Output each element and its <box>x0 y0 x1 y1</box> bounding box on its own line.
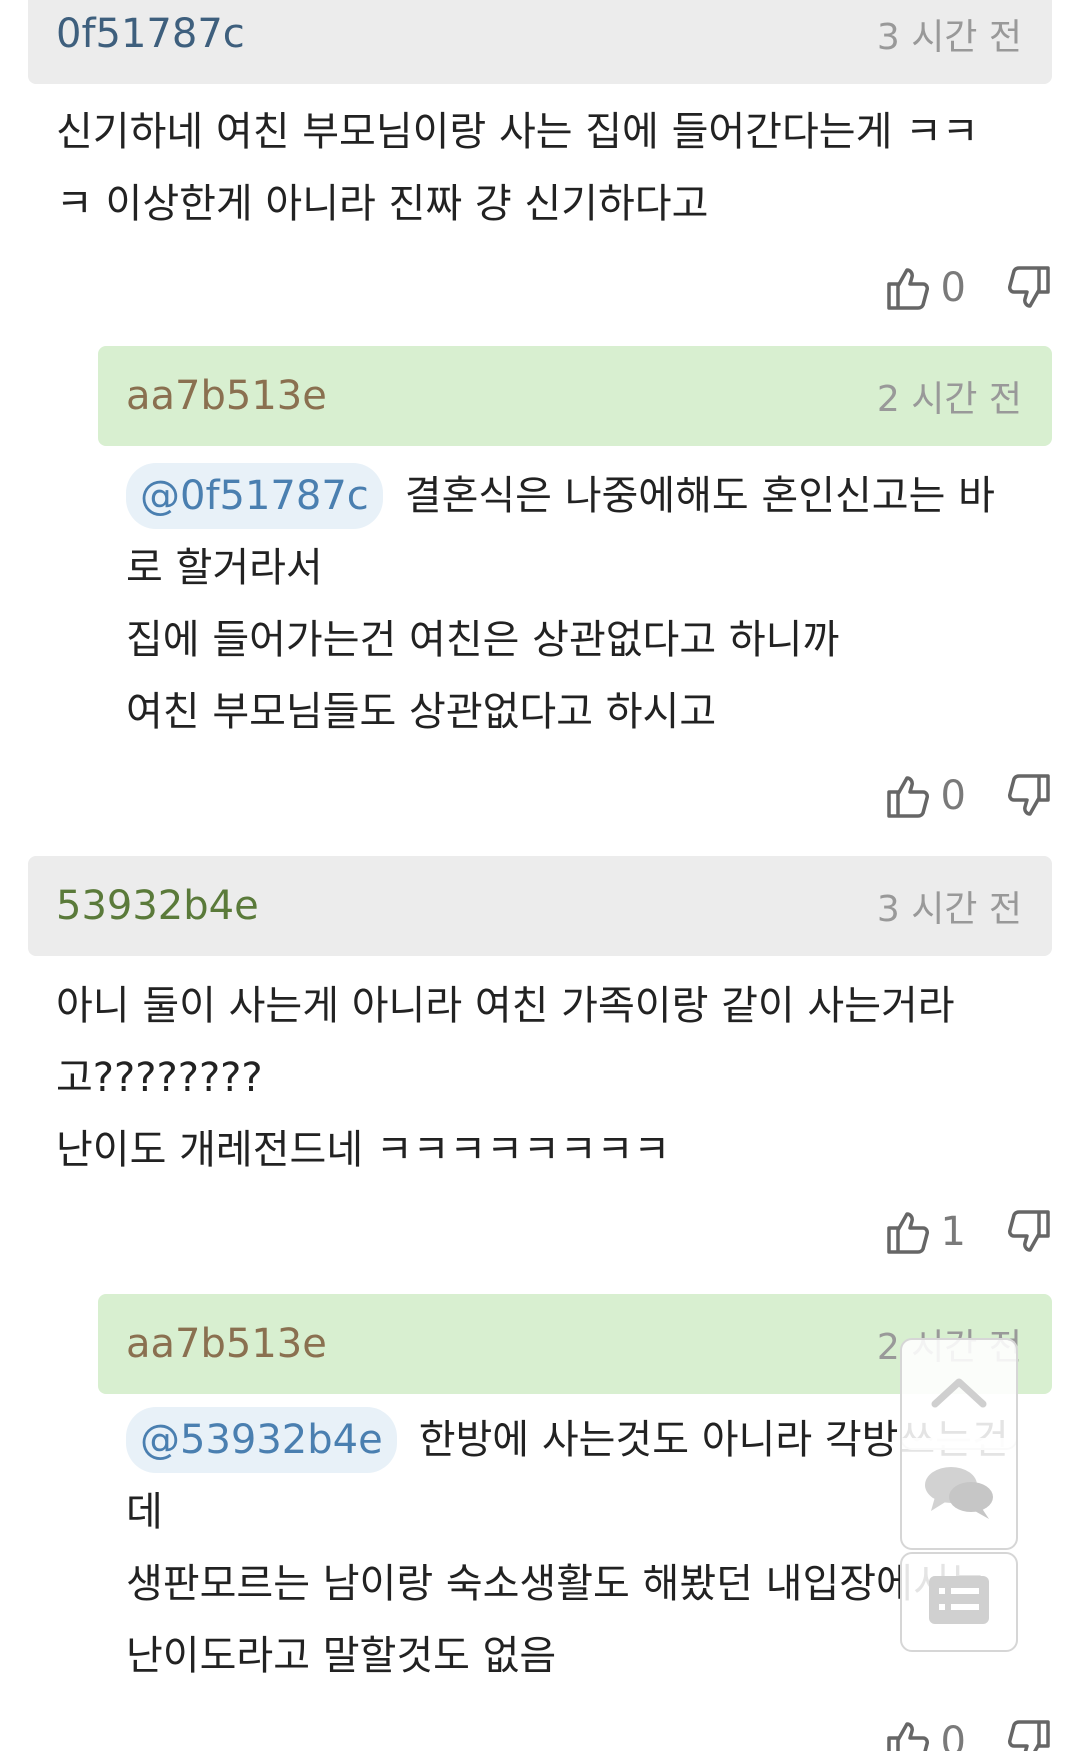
comment-body: 신기하네 여친 부모님이랑 사는 집에 들어간다는게 ㅋㅋ ㅋ 이상한게 아니라… <box>56 96 979 240</box>
like-count: 0 <box>940 265 966 311</box>
speech-bubbles-icon <box>921 1461 997 1525</box>
like-count: 1 <box>940 1209 966 1255</box>
comment-line: 데 <box>126 1489 163 1535</box>
vote-bar: 1 <box>885 1202 1052 1262</box>
vote-bar: 0 <box>885 258 1052 318</box>
chevron-up-icon <box>929 1374 989 1414</box>
comment-time: 3 시간 전 <box>876 889 1022 930</box>
comment-header: 0f51787c 3 시간 전 <box>28 0 1052 84</box>
thumbs-down-icon[interactable] <box>1006 1208 1052 1256</box>
list-button[interactable] <box>900 1552 1018 1652</box>
reply-author[interactable]: aa7b513e <box>126 373 327 419</box>
comments-button[interactable] <box>900 1438 1018 1550</box>
thumbs-down-icon[interactable] <box>1006 264 1052 312</box>
comment-line: 로 할거라서 <box>126 545 323 591</box>
comment-line: 집에 들어가는건 여친은 상관없다고 하니까 <box>126 617 840 663</box>
comment-page: 0f51787c 3 시간 전 신기하네 여친 부모님이랑 사는 집에 들어간다… <box>0 0 1080 1751</box>
scroll-top-button[interactable] <box>900 1338 1018 1450</box>
thumbs-down-icon[interactable] <box>1006 1718 1052 1751</box>
reply-author[interactable]: aa7b513e <box>126 1321 327 1367</box>
thumbs-up-icon[interactable] <box>885 1208 931 1256</box>
vote-bar: 0 <box>885 1712 1052 1751</box>
reply-header: aa7b513e 2 시간 전 <box>98 346 1052 446</box>
comment-header: 53932b4e 3 시간 전 <box>28 856 1052 956</box>
reply-time: 2 시간 전 <box>876 379 1022 420</box>
thumbs-up-icon[interactable] <box>885 264 931 312</box>
reply-body: @0f51787c 결혼식은 나중에해도 혼인신고는 바 로 할거라서 집에 들어… <box>126 460 995 748</box>
reply-body: @53932b4e 한방에 사는것도 아니라 각방쓰는건 데 생판모르는 남이랑 … <box>126 1404 1009 1692</box>
comment-body: 아니 둘이 사는게 아니라 여친 가족이랑 같이 사는거라 고???????? … <box>56 970 955 1186</box>
comment-line: ㅋ 이상한게 아니라 진짜 걍 신기하다고 <box>56 181 709 227</box>
like-count: 0 <box>940 773 966 819</box>
comment-author[interactable]: 53932b4e <box>56 883 259 929</box>
comment-line: 생판모르는 남이랑 숙소생활도 해봤던 내입장에서는 <box>126 1561 987 1607</box>
thumbs-up-icon[interactable] <box>885 772 931 820</box>
mention-tag[interactable]: @0f51787c <box>126 463 383 529</box>
mention-tag[interactable]: @53932b4e <box>126 1407 397 1473</box>
like-count: 0 <box>940 1719 966 1751</box>
list-icon <box>927 1574 991 1630</box>
comment-time: 3 시간 전 <box>876 17 1022 58</box>
comment-line: 난이도라고 말할것도 없음 <box>126 1633 557 1679</box>
comment-line: 결혼식은 나중에해도 혼인신고는 바 <box>404 473 995 519</box>
vote-bar: 0 <box>885 766 1052 826</box>
comment-line: 난이도 개레전드네 ㅋㅋㅋㅋㅋㅋㅋㅋ <box>56 1127 671 1173</box>
comment-line: 여친 부모님들도 상관없다고 하시고 <box>126 689 717 735</box>
thumbs-down-icon[interactable] <box>1006 772 1052 820</box>
comment-line: 신기하네 여친 부모님이랑 사는 집에 들어간다는게 ㅋㅋ <box>56 109 979 155</box>
comment-line: 고???????? <box>56 1055 263 1101</box>
thumbs-up-icon[interactable] <box>885 1718 931 1751</box>
comment-line: 아니 둘이 사는게 아니라 여친 가족이랑 같이 사는거라 <box>56 983 955 1029</box>
comment-author[interactable]: 0f51787c <box>56 11 245 57</box>
